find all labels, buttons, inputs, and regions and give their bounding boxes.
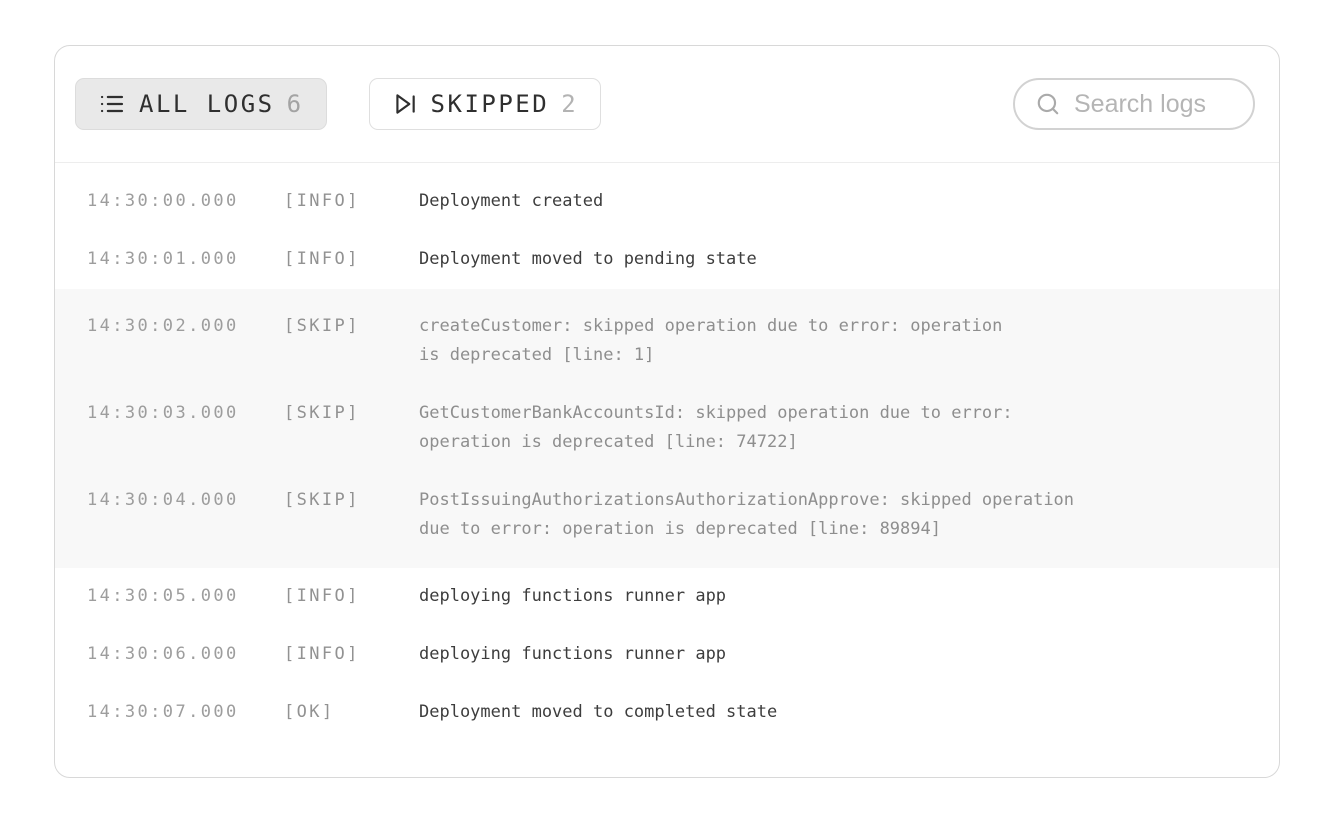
search-icon — [1035, 91, 1061, 117]
log-level: [OK] — [284, 698, 419, 727]
log-time: 14:30:03.000 — [87, 399, 284, 428]
log-row: 14:30:05.000 [INFO] deploying functions … — [55, 568, 1279, 626]
page: ALL LOGS 6 SKIPPED 2 — [0, 0, 1332, 822]
skipped-rows-band: 14:30:02.000 [SKIP] createCustomer: skip… — [55, 289, 1279, 568]
filter-skipped-button[interactable]: SKIPPED 2 — [369, 78, 602, 130]
log-level: [INFO] — [284, 640, 419, 669]
log-message: Deployment moved to completed state — [419, 698, 777, 727]
filter-all-logs-count: 6 — [287, 90, 304, 118]
log-level: [INFO] — [284, 582, 419, 611]
log-message: Deployment moved to pending state — [419, 245, 757, 274]
log-row: 14:30:03.000 [SKIP] GetCustomerBankAccou… — [55, 385, 1279, 472]
log-time: 14:30:01.000 — [87, 245, 284, 274]
log-row: 14:30:07.000 [OK] Deployment moved to co… — [55, 684, 1279, 742]
log-time: 14:30:04.000 — [87, 486, 284, 515]
log-row: 14:30:06.000 [INFO] deploying functions … — [55, 626, 1279, 684]
log-row: 14:30:04.000 [SKIP] PostIssuingAuthoriza… — [55, 472, 1279, 559]
log-message: deploying functions runner app — [419, 582, 726, 611]
filter-skipped-label: SKIPPED — [431, 90, 550, 118]
search-input[interactable] — [1074, 90, 1233, 119]
log-time: 14:30:02.000 — [87, 312, 284, 341]
filter-all-logs-button[interactable]: ALL LOGS 6 — [75, 78, 327, 130]
search-box[interactable] — [1013, 78, 1255, 130]
log-level: [INFO] — [284, 245, 419, 274]
log-level: [SKIP] — [284, 486, 419, 515]
log-time: 14:30:00.000 — [87, 187, 284, 216]
log-message: GetCustomerBankAccountsId: skipped opera… — [419, 399, 1013, 457]
log-viewer-card: ALL LOGS 6 SKIPPED 2 — [54, 45, 1280, 778]
log-message: PostIssuingAuthorizationsAuthorizationAp… — [419, 486, 1074, 544]
log-row: 14:30:00.000 [INFO] Deployment created — [55, 173, 1279, 231]
log-list: 14:30:00.000 [INFO] Deployment created 1… — [55, 163, 1279, 760]
toolbar: ALL LOGS 6 SKIPPED 2 — [55, 46, 1279, 163]
log-level: [INFO] — [284, 187, 419, 216]
log-time: 14:30:06.000 — [87, 640, 284, 669]
log-time: 14:30:07.000 — [87, 698, 284, 727]
log-row: 14:30:01.000 [INFO] Deployment moved to … — [55, 231, 1279, 289]
list-icon — [98, 90, 126, 118]
log-row: 14:30:02.000 [SKIP] createCustomer: skip… — [55, 298, 1279, 385]
skip-forward-icon — [392, 91, 418, 117]
log-message: createCustomer: skipped operation due to… — [419, 312, 1002, 370]
filter-all-logs-label: ALL LOGS — [139, 90, 275, 118]
log-time: 14:30:05.000 — [87, 582, 284, 611]
log-message: Deployment created — [419, 187, 603, 216]
filter-skipped-count: 2 — [561, 90, 578, 118]
log-message: deploying functions runner app — [419, 640, 726, 669]
log-level: [SKIP] — [284, 312, 419, 341]
log-level: [SKIP] — [284, 399, 419, 428]
